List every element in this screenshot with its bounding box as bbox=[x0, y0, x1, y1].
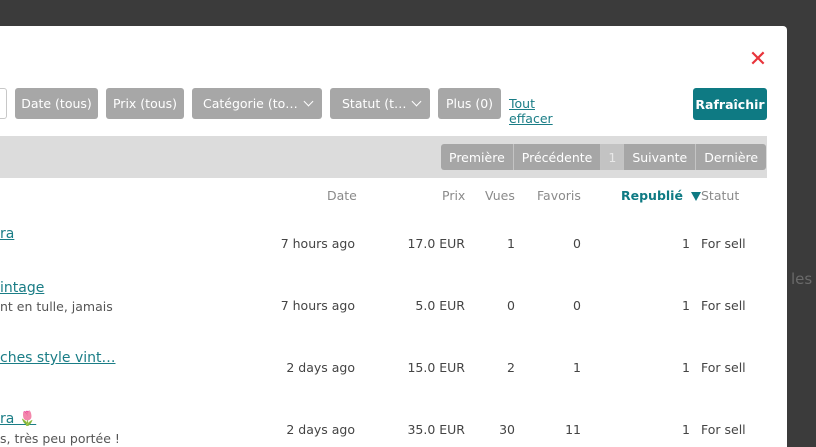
row-republished: 1 bbox=[682, 360, 690, 375]
row-status: For sell bbox=[701, 236, 746, 251]
column-header-favorites[interactable]: Favoris bbox=[537, 188, 581, 203]
chevron-down-icon bbox=[411, 96, 422, 107]
listing-title-link[interactable]: ra 🌷 bbox=[0, 411, 36, 427]
last-page-button[interactable]: Dernière bbox=[696, 144, 767, 170]
row-date: 2 days ago bbox=[286, 422, 355, 437]
status-select[interactable]: Statut (t… bbox=[330, 88, 430, 119]
column-header-date[interactable]: Date bbox=[327, 188, 357, 203]
listing-title-link[interactable]: ra bbox=[0, 226, 14, 242]
row-status: For sell bbox=[701, 422, 746, 437]
search-input[interactable] bbox=[0, 88, 7, 119]
row-favorites: 0 bbox=[573, 298, 581, 313]
price-filter-label: Prix (tous) bbox=[112, 96, 178, 111]
category-select[interactable]: Catégorie (to… bbox=[192, 88, 322, 119]
listing-description: s, très peu portée ! bbox=[0, 431, 120, 446]
column-header-republished[interactable]: Republié bbox=[621, 188, 701, 203]
sort-descending-icon bbox=[690, 192, 701, 201]
row-views: 2 bbox=[507, 360, 515, 375]
row-republished: 1 bbox=[682, 236, 690, 251]
current-page: 1 bbox=[601, 144, 625, 170]
row-date: 7 hours ago bbox=[280, 298, 355, 313]
column-header-status[interactable]: Statut bbox=[701, 188, 739, 203]
row-republished: 1 bbox=[682, 298, 690, 313]
date-filter-label: Date (tous) bbox=[21, 96, 92, 111]
row-republished: 1 bbox=[682, 422, 690, 437]
previous-page-button[interactable]: Précédente bbox=[513, 144, 602, 170]
pagination-bar: Première Précédente 1 Suivante Dernière bbox=[0, 136, 767, 178]
column-header-views[interactable]: Vues bbox=[485, 188, 515, 203]
category-select-label: Catégorie (to… bbox=[203, 96, 298, 111]
listing-description: nt en tulle, jamais bbox=[0, 299, 113, 314]
row-favorites: 11 bbox=[565, 422, 581, 437]
row-status: For sell bbox=[701, 298, 746, 313]
listing-title-link[interactable]: ches style vint… bbox=[0, 350, 116, 366]
first-page-button[interactable]: Première bbox=[441, 144, 514, 170]
row-price: 5.0 EUR bbox=[415, 298, 465, 313]
next-page-button[interactable]: Suivante bbox=[624, 144, 697, 170]
clear-all-link[interactable]: Tout effacer bbox=[509, 96, 553, 126]
close-icon[interactable]: ✕ bbox=[747, 49, 769, 72]
row-favorites: 1 bbox=[573, 360, 581, 375]
refresh-label: Rafraîchir bbox=[695, 96, 765, 112]
status-select-label: Statut (t… bbox=[342, 96, 407, 111]
refresh-button[interactable]: Rafraîchir bbox=[693, 88, 767, 120]
column-header-republished-label: Republié bbox=[621, 188, 683, 203]
row-price: 15.0 EUR bbox=[407, 360, 465, 375]
date-filter-button[interactable]: Date (tous) bbox=[15, 88, 98, 119]
listings-modal: ✕ Date (tous) Prix (tous) Catégorie (to…… bbox=[0, 26, 787, 447]
pagination: Première Précédente 1 Suivante Dernière bbox=[441, 144, 767, 170]
column-header-price[interactable]: Prix bbox=[442, 188, 465, 203]
row-views: 30 bbox=[499, 422, 515, 437]
row-price: 17.0 EUR bbox=[407, 236, 465, 251]
more-filters-button[interactable]: Plus (0) bbox=[438, 88, 501, 119]
row-price: 35.0 EUR bbox=[407, 422, 465, 437]
more-filters-label: Plus (0) bbox=[445, 96, 494, 111]
row-date: 7 hours ago bbox=[280, 236, 355, 251]
row-views: 0 bbox=[507, 298, 515, 313]
row-date: 2 days ago bbox=[286, 360, 355, 375]
chevron-down-icon bbox=[303, 96, 314, 107]
row-status: For sell bbox=[701, 360, 746, 375]
listing-title-link[interactable]: intage bbox=[0, 280, 44, 296]
background-side-text: les bbox=[791, 270, 813, 288]
price-filter-button[interactable]: Prix (tous) bbox=[106, 88, 184, 119]
row-favorites: 0 bbox=[573, 236, 581, 251]
row-views: 1 bbox=[507, 236, 515, 251]
